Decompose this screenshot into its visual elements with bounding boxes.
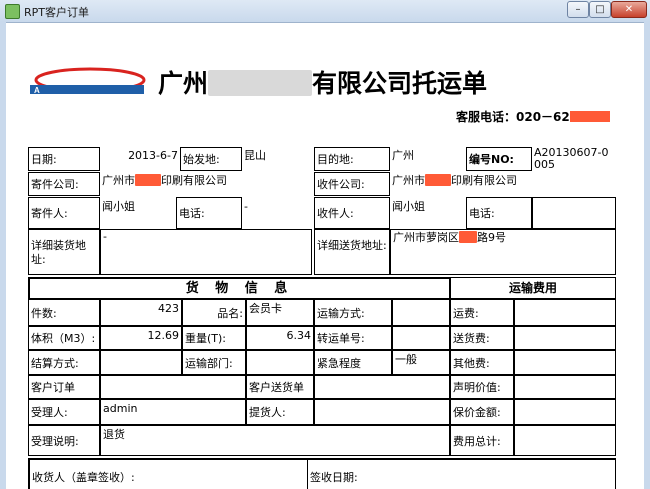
label-delivery-fee: 送货费: — [450, 326, 514, 350]
label-consignee-sign: 收货人（盖章签收）: — [28, 458, 308, 489]
service-phone: 客服电话：020－62 — [456, 108, 610, 125]
redacted-company-name — [208, 70, 313, 96]
label-settlement: 结算方式: — [28, 350, 100, 375]
label-receiver-company: 收件公司: — [314, 172, 390, 196]
label-date: 日期: — [28, 147, 100, 171]
value-weight: 6.34 — [246, 326, 314, 350]
label-receiver: 收件人: — [314, 197, 390, 229]
label-transport-mode: 运输方式: — [314, 299, 392, 326]
label-sender: 寄件人: — [28, 197, 100, 229]
value-total-fee — [514, 425, 616, 456]
title-suffix: 有限公司托运单 — [312, 69, 488, 98]
value-volume: 12.69 — [100, 326, 182, 350]
value-sender-phone: - — [244, 200, 248, 213]
value-picker — [314, 399, 450, 425]
service-phone-text: 客服电话：020－62 — [456, 110, 570, 124]
label-number: 编号NO: — [466, 147, 532, 171]
label-picker: 提货人: — [246, 399, 314, 425]
label-insured-amount: 保价金额: — [450, 399, 514, 425]
section-freight: 运输费用 — [450, 277, 616, 299]
value-transport-dept — [246, 350, 314, 375]
window-title: RPT客户订单 — [24, 6, 89, 19]
value-customer-order — [100, 375, 246, 399]
redacted-delivery-address — [459, 231, 477, 243]
value-date: 2013-6-7 — [128, 149, 178, 162]
value-delivery-address: 广州市萝岗区 路9号 — [390, 229, 616, 275]
label-freight-fee: 运费: — [450, 299, 514, 326]
receiver-company-post: 印刷有限公司 — [451, 174, 517, 187]
label-receiver-phone: 电话: — [466, 197, 532, 229]
sender-company-post: 印刷有限公司 — [161, 174, 227, 187]
label-customer-order: 客户订单 — [28, 375, 100, 399]
label-total-fee: 费用总计: — [450, 425, 514, 456]
value-pickup-address: - — [100, 229, 312, 275]
value-receiver: 闻小姐 — [392, 200, 425, 213]
label-destination: 目的地: — [314, 147, 390, 171]
value-sender-company: 广州市 印刷有限公司 — [100, 172, 312, 196]
maximize-button[interactable]: □ — [589, 1, 611, 18]
close-button[interactable]: ✕ — [611, 1, 647, 18]
delivery-address-tail: 路9号 — [477, 231, 506, 244]
value-customer-delivery — [314, 375, 450, 399]
value-other-fee — [514, 350, 616, 375]
value-receiver-phone — [532, 197, 616, 229]
label-handle-note: 受理说明: — [28, 425, 100, 456]
svg-text:A: A — [34, 86, 40, 95]
redacted-phone — [569, 111, 610, 122]
label-origin: 始发地: — [180, 147, 242, 171]
window-frame-left — [0, 22, 6, 489]
redacted-receiver-company — [425, 174, 451, 186]
value-receiver-company: 广州市 印刷有限公司 — [390, 172, 616, 196]
label-declared-value: 声明价值: — [450, 375, 514, 399]
value-freight-fee — [514, 299, 616, 326]
redacted-sender-company — [135, 174, 161, 186]
value-delivery-fee — [514, 326, 616, 350]
label-handler: 受理人: — [28, 399, 100, 425]
label-urgency: 紧急程度 — [314, 350, 392, 375]
sender-company-pre: 广州市 — [102, 174, 135, 187]
label-sender-phone: 电话: — [176, 197, 242, 229]
value-origin: 昆山 — [244, 149, 266, 162]
value-transfer-no — [392, 326, 450, 350]
label-transport-dept: 运输部门: — [182, 350, 246, 375]
value-transport-mode — [392, 299, 450, 326]
label-sender-company: 寄件公司: — [28, 172, 100, 196]
minimize-button[interactable]: – — [567, 1, 589, 18]
value-sender: 闻小姐 — [102, 200, 135, 213]
company-logo: A — [30, 67, 146, 95]
value-insured-amount — [514, 399, 616, 425]
document-title: 广州 有限公司托运单 — [158, 64, 487, 100]
value-product: 会员卡 — [246, 299, 314, 326]
value-urgency: 一般 — [392, 350, 450, 375]
value-handle-note: 退货 — [100, 425, 450, 456]
label-sign-date: 签收日期: — [308, 458, 616, 489]
label-product: 品名: — [182, 299, 246, 326]
window-titlebar: RPT客户订单 – □ ✕ — [0, 0, 650, 23]
value-destination: 广州 — [392, 149, 414, 162]
label-transfer-no: 转运单号: — [314, 326, 392, 350]
value-pieces: 423 — [100, 299, 182, 326]
label-pickup-address: 详细装货地址: — [28, 229, 100, 275]
label-delivery-address: 详细送货地址: — [314, 229, 390, 275]
value-handler: admin — [100, 399, 246, 425]
window-frame-right — [644, 22, 650, 489]
section-goods-info: 货 物 信 息 — [28, 277, 450, 299]
app-icon — [5, 4, 20, 19]
label-pieces: 件数: — [28, 299, 100, 326]
label-weight: 重量(T): — [182, 326, 246, 350]
value-settlement — [100, 350, 182, 375]
label-customer-delivery: 客户送货单 — [246, 375, 314, 399]
label-other-fee: 其他费: — [450, 350, 514, 375]
label-volume: 体积（M3）: — [28, 326, 100, 350]
receiver-company-pre: 广州市 — [392, 174, 425, 187]
delivery-address-pre: 广州市萝岗区 — [393, 231, 459, 244]
value-declared-value — [514, 375, 616, 399]
title-prefix: 广州 — [158, 69, 209, 98]
